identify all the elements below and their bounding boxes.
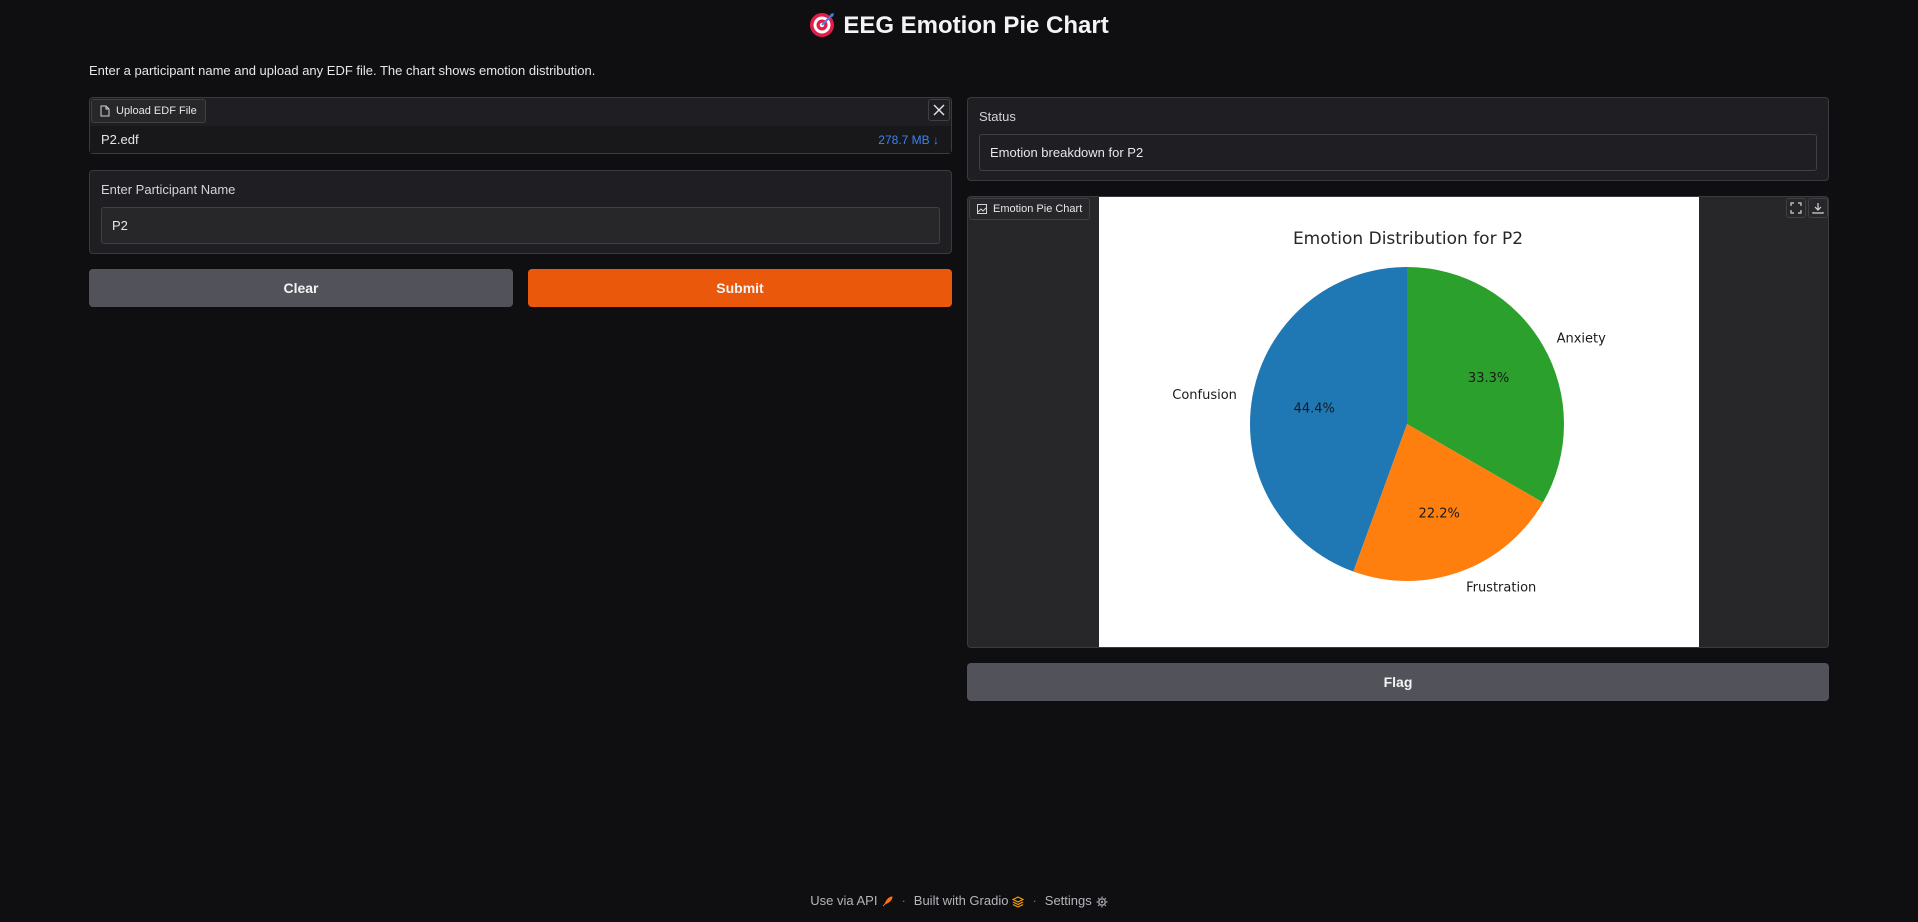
pie-category-label: Anxiety	[1557, 332, 1607, 347]
participant-name-label: Enter Participant Name	[101, 182, 236, 197]
pie-chart: Emotion Distribution for P2 33.3% Anxiety…	[1099, 197, 1699, 647]
upload-label: Upload EDF File	[91, 99, 206, 123]
built-with-gradio-link[interactable]: Built with Gradio	[914, 893, 1025, 908]
file-download-link[interactable]: 278.7 MB ↓	[878, 133, 939, 147]
clear-file-button[interactable]	[928, 99, 950, 121]
file-icon	[100, 105, 110, 117]
chart-title: Emotion Distribution for P2	[1293, 229, 1523, 249]
fullscreen-button[interactable]	[1786, 198, 1806, 218]
image-icon	[977, 204, 987, 214]
built-with-text: Built with Gradio	[913, 893, 1009, 908]
pie-pct-label: 44.4%	[1294, 402, 1335, 417]
chart-panel-label: Emotion Pie Chart	[969, 198, 1091, 220]
footer: Use via API · Built with Gradio · Settin…	[0, 893, 1918, 908]
upload-label-text: Upload EDF File	[116, 105, 197, 117]
status-block: Status Emotion breakdown for P2	[967, 97, 1829, 181]
separator: ·	[901, 893, 906, 908]
page-description: Enter a participant name and upload any …	[89, 63, 596, 78]
use-api-text: Use via API	[810, 893, 878, 908]
pie-pct-label: 22.2%	[1419, 507, 1460, 522]
status-output[interactable]: Emotion breakdown for P2	[979, 134, 1817, 171]
chart-output-panel: Emotion Pie Chart Emotion Distribution f…	[967, 196, 1829, 648]
participant-name-input[interactable]: P2	[101, 207, 940, 244]
download-button[interactable]	[1808, 198, 1828, 218]
pie-pct-label: 33.3%	[1468, 371, 1509, 386]
use-api-link[interactable]: Use via API	[810, 893, 893, 908]
gear-icon	[1096, 896, 1108, 908]
download-icon	[1812, 203, 1824, 214]
fullscreen-icon	[1790, 202, 1802, 214]
target-icon	[810, 13, 835, 37]
separator: ·	[1032, 893, 1037, 908]
status-label: Status	[979, 109, 1016, 124]
file-upload[interactable]: Upload EDF File P2.edf 278.7 MB ↓	[89, 97, 952, 154]
settings-link[interactable]: Settings	[1045, 893, 1108, 908]
flag-button[interactable]: Flag	[967, 663, 1829, 701]
pie-category-label: Frustration	[1466, 580, 1536, 595]
submit-button[interactable]: Submit	[528, 269, 952, 307]
clear-button[interactable]: Clear	[89, 269, 513, 307]
pie-category-label: Confusion	[1172, 388, 1237, 403]
file-name: P2.edf	[101, 132, 139, 147]
close-icon	[933, 104, 945, 116]
settings-text: Settings	[1044, 893, 1092, 908]
rocket-icon	[883, 896, 893, 907]
gradio-logo-icon	[1012, 896, 1025, 908]
page-title: EEG Emotion Pie Chart	[0, 12, 1918, 40]
page-title-text: EEG Emotion Pie Chart	[843, 12, 1109, 39]
uploaded-file-row: P2.edf 278.7 MB ↓	[90, 126, 951, 153]
pie-slices: 33.3% Anxiety 22.2% Frustration 44.4% Confusi…	[1172, 267, 1606, 595]
chart-panel-label-text: Emotion Pie Chart	[993, 203, 1083, 215]
participant-name-block: Enter Participant Name P2	[89, 170, 952, 254]
